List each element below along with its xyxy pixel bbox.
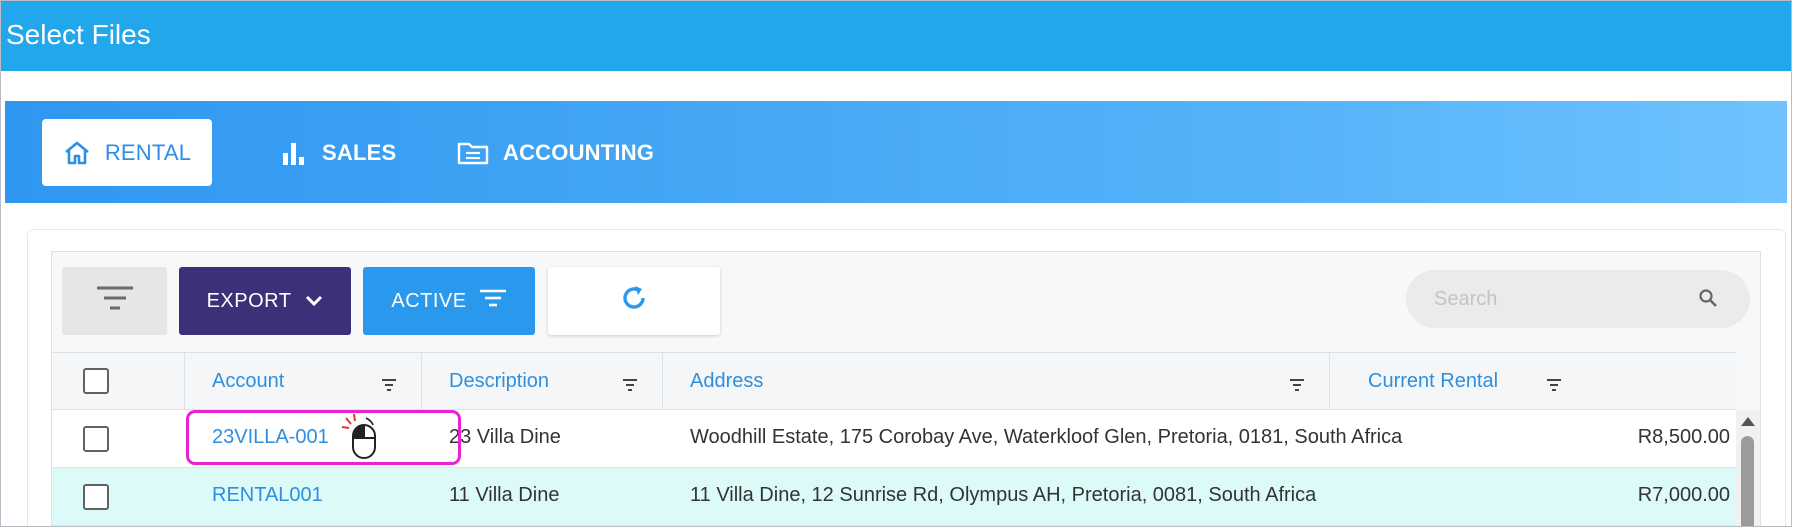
grid-toolbar: EXPORT ACTIVE <box>52 252 1760 352</box>
tab-rental-label: RENTAL <box>104 139 192 165</box>
address-cell: 11 Villa Dine, 12 Sunrise Rd, Olympus AH… <box>690 484 1317 506</box>
scroll-up-arrow-icon[interactable] <box>1741 417 1755 426</box>
current-rental-cell: R8,500.00 <box>1637 426 1730 448</box>
header-description[interactable]: Description <box>422 353 663 411</box>
address-cell: Woodhill Estate, 175 Corobay Ave, Waterk… <box>690 426 1403 448</box>
tab-sales[interactable]: SALES <box>282 119 396 186</box>
search-icon[interactable] <box>1698 288 1718 313</box>
description-cell: 23 Villa Dine <box>449 426 561 448</box>
refresh-icon <box>620 284 648 318</box>
refresh-button[interactable] <box>548 267 720 335</box>
export-button[interactable]: EXPORT <box>179 267 351 335</box>
filter-toggle-button[interactable] <box>62 267 167 335</box>
header-address-label: Address <box>690 370 764 392</box>
tab-accounting[interactable]: ACCOUNTING <box>457 119 654 186</box>
header-account[interactable]: Account <box>185 353 422 411</box>
files-grid: EXPORT ACTIVE Search Account Description… <box>51 251 1761 526</box>
window-title: Select Files <box>6 19 151 50</box>
tab-bar: RENTAL SALES ACCOUNTING <box>5 101 1787 203</box>
current-rental-cell: R7,000.00 <box>1637 484 1730 506</box>
account-link[interactable]: RENTAL001 <box>212 484 323 507</box>
scrollbar-thumb[interactable] <box>1741 436 1754 526</box>
header-account-label: Account <box>212 370 285 392</box>
header-description-label: Description <box>449 370 550 392</box>
folder-icon <box>457 141 489 165</box>
chevron-down-icon <box>305 290 323 313</box>
select-all-checkbox[interactable] <box>83 368 109 394</box>
header-current-rental[interactable]: Current Rental <box>1330 353 1736 411</box>
active-label: ACTIVE <box>391 289 467 312</box>
description-cell: 11 Villa Dine <box>449 484 560 506</box>
export-label: EXPORT <box>206 289 292 312</box>
search-box <box>1406 270 1750 328</box>
title-bar: Select Files <box>1 1 1791 71</box>
table-header: Account Description Address Current Rent… <box>52 352 1736 411</box>
header-current-rental-label: Current Rental <box>1368 370 1499 392</box>
tab-sales-label: SALES <box>322 139 397 165</box>
header-address[interactable]: Address <box>663 353 1330 411</box>
select-files-window: Select Files RENTAL SALES ACCOUNTING EXP… <box>0 0 1792 527</box>
row-checkbox[interactable] <box>83 426 109 452</box>
column-filter-icon[interactable] <box>381 375 397 398</box>
header-select-cell <box>52 353 185 411</box>
tab-rental[interactable]: RENTAL <box>42 119 212 186</box>
search-input[interactable] <box>1434 284 1694 314</box>
filter-icon <box>95 284 135 318</box>
column-filter-icon[interactable] <box>1289 375 1305 398</box>
active-filter-button[interactable]: ACTIVE <box>363 267 535 335</box>
mouse-click-icon <box>340 412 380 467</box>
bar-chart-icon <box>282 141 308 165</box>
column-filter-icon[interactable] <box>1546 375 1562 398</box>
tab-accounting-label: ACCOUNTING <box>503 139 655 165</box>
click-highlight-box <box>186 410 461 465</box>
filter-lines-icon <box>479 288 507 314</box>
vertical-scrollbar[interactable] <box>1736 410 1760 526</box>
table-row[interactable]: RENTAL001 11 Villa Dine 11 Villa Dine, 1… <box>52 468 1736 526</box>
row-checkbox[interactable] <box>83 484 109 510</box>
home-icon <box>63 140 91 166</box>
column-filter-icon[interactable] <box>622 375 638 398</box>
